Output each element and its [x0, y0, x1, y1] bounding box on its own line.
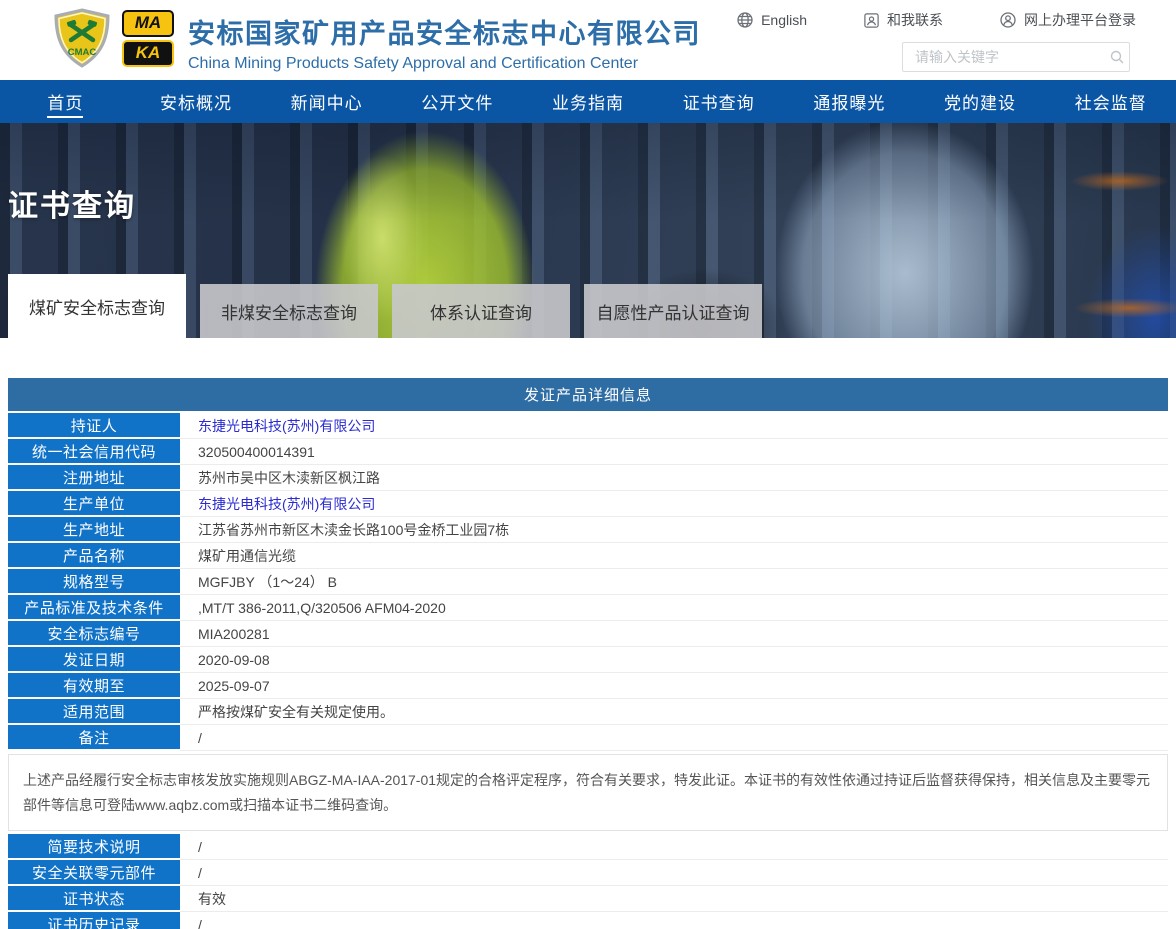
row-value: 煤矿用通信光缆 [180, 543, 1168, 569]
search-input[interactable] [903, 49, 1104, 65]
certificate-detail: 发证产品详细信息 持证人东捷光电科技(苏州)有限公司统一社会信用代码320500… [8, 378, 1168, 929]
row-label: 证书历史记录 [8, 912, 180, 929]
nav-item-3[interactable]: 公开文件 [392, 80, 523, 123]
site-title-en: China Mining Products Safety Approval an… [188, 55, 701, 73]
table-row: 安全关联零元部件/ [8, 860, 1168, 886]
svg-text:CMAC: CMAC [68, 47, 97, 58]
row-value: 严格按煤矿安全有关规定使用。 [180, 699, 1168, 725]
ma-ka-logo-icon: MA KA [122, 10, 174, 67]
nav-item-7[interactable]: 党的建设 [915, 80, 1046, 123]
top-link-label: English [761, 12, 807, 28]
top-link-0[interactable]: English [736, 10, 807, 30]
row-value: / [180, 725, 1168, 751]
site-title-block: 安标国家矿用产品安全标志中心有限公司 China Mining Products… [188, 12, 701, 73]
top-link-label: 网上办理平台登录 [1024, 10, 1136, 30]
tab-0[interactable]: 煤矿安全标志查询 [8, 274, 186, 338]
row-value: 江苏省苏州市新区木渎金长路100号金桥工业园7栋 [180, 517, 1168, 543]
table-row: 统一社会信用代码320500400014391 [8, 439, 1168, 465]
row-value-link[interactable]: 东捷光电科技(苏州)有限公司 [198, 494, 375, 514]
row-label: 证书状态 [8, 886, 180, 912]
row-value: / [180, 912, 1168, 929]
row-label: 适用范围 [8, 699, 180, 725]
row-label: 注册地址 [8, 465, 180, 491]
globe-icon [736, 11, 754, 29]
table-row: 备注/ [8, 725, 1168, 751]
site-search [902, 42, 1130, 72]
table-row: 产品名称煤矿用通信光缆 [8, 543, 1168, 569]
user-icon [999, 11, 1017, 29]
top-link-2[interactable]: 网上办理平台登录 [999, 10, 1136, 30]
cmac-shield-logo-icon: CMAC [50, 8, 114, 68]
table-row: 发证日期2020-09-08 [8, 647, 1168, 673]
row-value: 东捷光电科技(苏州)有限公司 [180, 413, 1168, 439]
row-value: MGFJBY （1～24） B [180, 569, 1168, 595]
top-link-1[interactable]: 和我联系 [863, 10, 943, 30]
row-label: 安全关联零元部件 [8, 860, 180, 886]
row-label: 产品名称 [8, 543, 180, 569]
ka-badge: KA [122, 40, 174, 67]
row-label: 生产地址 [8, 517, 180, 543]
row-label: 统一社会信用代码 [8, 439, 180, 465]
table-row: 生产地址江苏省苏州市新区木渎金长路100号金桥工业园7栋 [8, 517, 1168, 543]
site-logo[interactable]: CMAC MA KA [50, 8, 174, 68]
table-row: 产品标准及技术条件,MT/T 386-2011,Q/320506 AFM04-2… [8, 595, 1168, 621]
nav-item-8[interactable]: 社会监督 [1045, 80, 1176, 123]
detail-rows-group1: 持证人东捷光电科技(苏州)有限公司统一社会信用代码320500400014391… [8, 413, 1168, 751]
row-value: 320500400014391 [180, 439, 1168, 465]
site-title-zh: 安标国家矿用产品安全标志中心有限公司 [188, 12, 701, 51]
nav-item-0[interactable]: 首页 [0, 80, 131, 123]
row-value: MIA200281 [180, 621, 1168, 647]
row-label: 备注 [8, 725, 180, 751]
site-header: CMAC MA KA 安标国家矿用产品安全标志中心有限公司 China Mini… [0, 0, 1176, 80]
detail-rows-group2: 简要技术说明/安全关联零元部件/证书状态有效证书历史记录/ [8, 834, 1168, 929]
table-row: 有效期至2025-09-07 [8, 673, 1168, 699]
row-label: 有效期至 [8, 673, 180, 699]
row-value-link[interactable]: 东捷光电科技(苏州)有限公司 [198, 416, 375, 436]
row-value: / [180, 860, 1168, 886]
table-row: 规格型号MGFJBY （1～24） B [8, 569, 1168, 595]
page-title: 证书查询 [8, 181, 136, 225]
tab-3[interactable]: 自愿性产品认证查询 [584, 284, 762, 338]
search-icon[interactable] [1104, 43, 1129, 71]
tab-1[interactable]: 非煤安全标志查询 [200, 284, 378, 338]
row-label: 持证人 [8, 413, 180, 439]
row-value: 2020-09-08 [180, 647, 1168, 673]
table-row: 安全标志编号MIA200281 [8, 621, 1168, 647]
table-row: 证书状态有效 [8, 886, 1168, 912]
nav-item-6[interactable]: 通报曝光 [784, 80, 915, 123]
table-row: 注册地址苏州市吴中区木渎新区枫江路 [8, 465, 1168, 491]
row-label: 规格型号 [8, 569, 180, 595]
top-utility-links: English 和我联系 网上办理平台登录 [736, 10, 1136, 30]
top-link-label: 和我联系 [887, 10, 943, 30]
table-row: 持证人东捷光电科技(苏州)有限公司 [8, 413, 1168, 439]
main-nav: 首页安标概况新闻中心公开文件业务指南证书查询通报曝光党的建设社会监督 [0, 80, 1176, 123]
certificate-note: 上述产品经履行安全标志审核发放实施规则ABGZ-MA-IAA-2017-01规定… [8, 754, 1168, 831]
row-label: 简要技术说明 [8, 834, 180, 860]
row-label: 产品标准及技术条件 [8, 595, 180, 621]
row-label: 生产单位 [8, 491, 180, 517]
nav-item-5[interactable]: 证书查询 [653, 80, 784, 123]
nav-item-2[interactable]: 新闻中心 [261, 80, 392, 123]
detail-table-title: 发证产品详细信息 [8, 378, 1168, 411]
cert-query-tabs: 煤矿安全标志查询非煤安全标志查询体系认证查询自愿性产品认证查询 [8, 274, 762, 338]
row-value: 2025-09-07 [180, 673, 1168, 699]
table-row: 生产单位东捷光电科技(苏州)有限公司 [8, 491, 1168, 517]
row-value: / [180, 834, 1168, 860]
row-label: 安全标志编号 [8, 621, 180, 647]
tab-2[interactable]: 体系认证查询 [392, 284, 570, 338]
contact-icon [863, 12, 880, 29]
row-value: 苏州市吴中区木渎新区枫江路 [180, 465, 1168, 491]
ma-badge: MA [122, 10, 174, 37]
row-label: 发证日期 [8, 647, 180, 673]
table-row: 适用范围严格按煤矿安全有关规定使用。 [8, 699, 1168, 725]
row-value: ,MT/T 386-2011,Q/320506 AFM04-2020 [180, 595, 1168, 621]
table-row: 证书历史记录/ [8, 912, 1168, 929]
table-row: 简要技术说明/ [8, 834, 1168, 860]
banner: 证书查询 煤矿安全标志查询非煤安全标志查询体系认证查询自愿性产品认证查询 [0, 123, 1176, 338]
row-value: 东捷光电科技(苏州)有限公司 [180, 491, 1168, 517]
nav-item-1[interactable]: 安标概况 [131, 80, 262, 123]
nav-item-4[interactable]: 业务指南 [523, 80, 654, 123]
row-value: 有效 [180, 886, 1168, 912]
